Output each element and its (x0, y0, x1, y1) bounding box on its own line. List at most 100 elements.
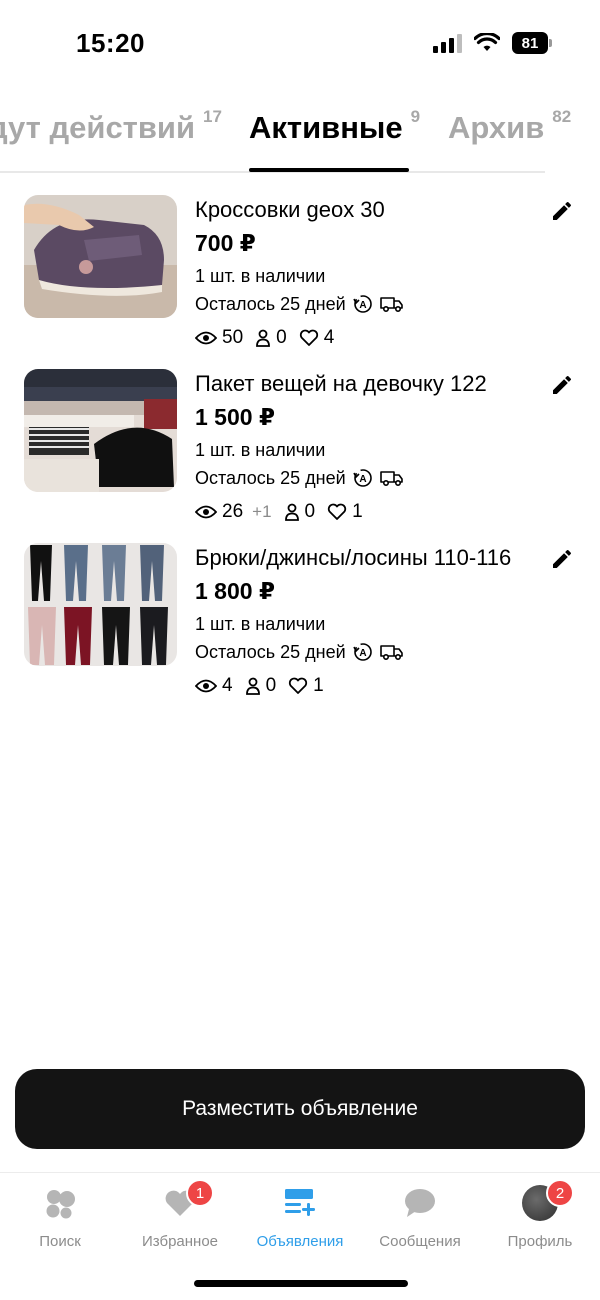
likes-count: 4 (323, 327, 335, 348)
tab-label: дут действий (0, 110, 196, 145)
chat-icon (400, 1183, 440, 1223)
listing-days-left: Осталось 25 дней A (195, 290, 545, 318)
heart-icon: 1 (160, 1179, 214, 1223)
views-count: 50 (222, 327, 244, 348)
person-icon (245, 677, 260, 695)
delivery-truck-icon (379, 297, 403, 313)
likes-stat: 1 (327, 501, 363, 523)
listing-item[interactable]: Пакет вещей на девочку 122 1 500 ₽ 1 шт.… (0, 369, 600, 543)
auto-renew-icon: A (352, 643, 372, 661)
listing-tabs: дут действий 17 Активные 9 Архив 82 (0, 100, 600, 175)
status-bar: 15:20 81 (0, 0, 600, 90)
signal-icon (433, 33, 462, 53)
listings-icon (280, 1183, 320, 1223)
heart-outline-icon (327, 503, 347, 520)
tabbar-item-profile[interactable]: 2 Профиль (480, 1179, 600, 1250)
tabbar-item-listings[interactable]: Объявления (240, 1183, 360, 1250)
person-icon (256, 329, 271, 347)
tabbar-label: Профиль (507, 1233, 573, 1250)
views-stat: 4 (195, 675, 233, 697)
listing-thumbnail[interactable] (24, 369, 177, 492)
post-ad-button[interactable]: Разместить объявление (15, 1069, 585, 1149)
tab-count: 82 (552, 107, 572, 126)
days-left-text: Осталось 25 дней (195, 294, 346, 314)
favorites-badge: 1 (186, 1179, 214, 1207)
edit-pencil-icon[interactable] (550, 199, 574, 223)
contacts-stat: 0 (255, 327, 287, 349)
contacts-count: 0 (304, 501, 316, 522)
svg-text:A: A (359, 300, 366, 311)
tab-count: 9 (410, 107, 421, 126)
profile-badge: 2 (546, 1179, 574, 1207)
contacts-stat: 0 (245, 675, 277, 697)
listing-stats: 4 0 1 (195, 671, 545, 701)
status-time: 15:20 (76, 28, 145, 58)
edit-pencil-icon[interactable] (550, 547, 574, 571)
views-stat: 50 (195, 327, 243, 349)
eye-icon (195, 505, 217, 519)
tab-active[interactable]: Активные 9 (249, 107, 421, 146)
delivery-truck-icon (379, 645, 403, 661)
tabbar-label: Объявления (256, 1233, 344, 1250)
tabbar-label: Сообщения (379, 1233, 461, 1250)
contacts-count: 0 (265, 675, 277, 696)
tabbar-item-favorites[interactable]: 1 Избранное (120, 1179, 240, 1250)
likes-count: 1 (352, 501, 363, 522)
listing-stock: 1 шт. в наличии (195, 440, 326, 460)
views-delta: +1 (252, 502, 272, 521)
auto-renew-icon: A (352, 295, 372, 313)
wifi-icon (474, 33, 500, 51)
listing-price: 700 ₽ (195, 230, 256, 256)
tabbar-item-search[interactable]: Поиск (0, 1183, 120, 1250)
eye-icon (195, 679, 217, 693)
auto-renew-icon: A (352, 469, 372, 487)
listing-title: Брюки/джинсы/лосины 110-116 (195, 545, 512, 570)
listing-title: Пакет вещей на девочку 122 (195, 371, 487, 396)
contacts-stat: 0 (284, 501, 316, 523)
svg-text:A: A (359, 474, 366, 485)
listing-thumbnail[interactable] (24, 195, 177, 318)
tabbar-label: Избранное (141, 1233, 219, 1250)
battery-level: 81 (512, 32, 548, 54)
likes-stat: 1 (288, 675, 324, 697)
views-stat: 26 +1 (195, 501, 272, 523)
listing-stock: 1 шт. в наличии (195, 266, 326, 286)
listing-title: Кроссовки geox 30 (195, 197, 385, 222)
listing-price: 1 800 ₽ (195, 578, 275, 604)
tabbar-label: Поиск (39, 1233, 81, 1250)
search-bubbles-icon (40, 1183, 80, 1223)
edit-pencil-icon[interactable] (550, 373, 574, 397)
views-count: 4 (222, 675, 233, 696)
listing-stats: 50 0 4 (195, 323, 545, 353)
contacts-count: 0 (276, 327, 287, 348)
likes-count: 1 (313, 675, 324, 696)
listing-price: 1 500 ₽ (195, 404, 275, 430)
heart-outline-icon (299, 329, 318, 346)
tab-awaiting-action[interactable]: дут действий 17 (0, 107, 222, 146)
listing-days-left: Осталось 25 дней A (195, 464, 545, 492)
delivery-truck-icon (379, 471, 403, 487)
tab-count: 17 (203, 107, 222, 126)
listing-item[interactable]: Кроссовки geox 30 700 ₽ 1 шт. в наличии … (0, 195, 600, 369)
likes-stat: 4 (299, 327, 335, 349)
person-icon (284, 503, 299, 521)
days-left-text: Осталось 25 дней (195, 642, 346, 662)
listing-days-left: Осталось 25 дней A (195, 638, 545, 666)
active-tab-indicator (249, 168, 409, 172)
battery-icon: 81 (512, 32, 552, 54)
listings-list: Кроссовки geox 30 700 ₽ 1 шт. в наличии … (0, 195, 600, 717)
heart-outline-icon (289, 677, 308, 694)
tabbar-item-messages[interactable]: Сообщения (360, 1183, 480, 1250)
profile-avatar-icon: 2 (520, 1179, 574, 1223)
svg-text:A: A (359, 648, 366, 659)
tab-label: Активные (249, 110, 403, 145)
status-icons: 81 (433, 32, 552, 54)
tab-label: Архив (448, 110, 545, 145)
listing-stock: 1 шт. в наличии (195, 614, 326, 634)
tab-archive[interactable]: Архив 82 (448, 107, 572, 146)
listing-stats: 26 +1 0 1 (195, 497, 545, 527)
listing-thumbnail[interactable] (24, 543, 177, 666)
views-count: 26 (222, 501, 244, 522)
listing-item[interactable]: Брюки/джинсы/лосины 110-116 1 800 ₽ 1 шт… (0, 543, 600, 717)
days-left-text: Осталось 25 дней (195, 468, 346, 488)
